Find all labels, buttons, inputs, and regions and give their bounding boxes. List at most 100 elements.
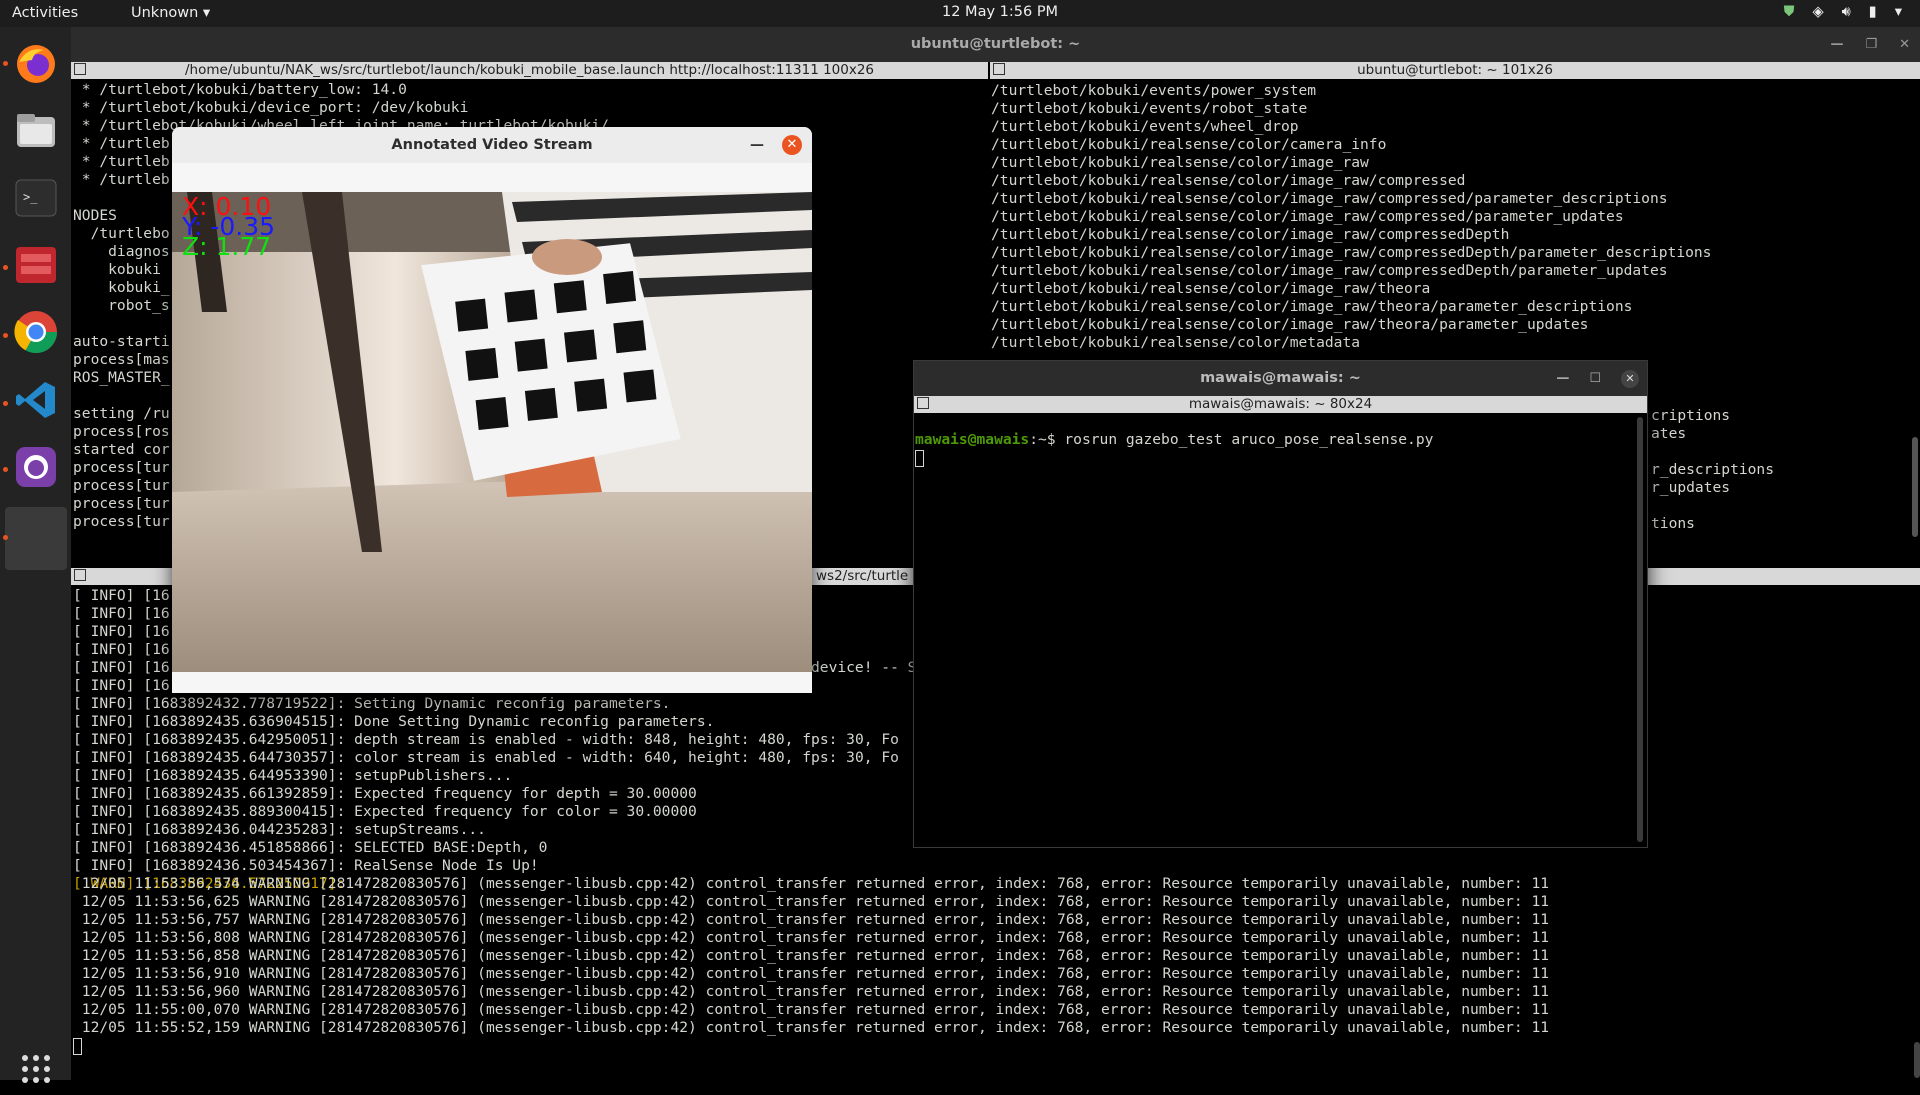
firefox-icon[interactable] [9,37,62,90]
scrollbar[interactable] [1637,417,1643,842]
mawais-terminal-window[interactable]: mawais@mawais: ~ — ☐ ✕ mawais@mawais: ~ … [913,360,1648,848]
pane-menu-icon[interactable] [74,569,86,581]
chevron-down-icon: ▾ [202,5,211,21]
terminal-line: * /turtlebot/kobuki/battery_low: 14.0 [73,81,407,98]
terminal-line: /turtlebot/kobuki/realsense/color/image_… [991,298,1633,315]
video-window-title: Annotated Video Stream [391,137,593,153]
minimize-icon[interactable]: — [1830,27,1843,62]
dock: >_ [0,27,71,1083]
terminal-line: [ INFO] [1683892436.503454367]: RealSens… [73,857,539,874]
apps-grid-icon[interactable] [9,1042,62,1095]
terminal-line: 12/05 11:53:56,858 WARNING [281472820830… [73,947,1550,964]
terminal-line: /turtlebot/kobuki/events/wheel_drop [991,118,1299,135]
command-text: rosrun gazebo_test aruco_pose_realsense.… [1064,431,1434,448]
terminal-line: 12/05 11:53:56,757 WARNING [281472820830… [73,911,1550,928]
terminal-line: /turtlebot/kobuki/realsense/color/image_… [991,208,1624,225]
terminal-line: /turtlebot/kobuki/realsense/color/metada… [991,334,1361,351]
close-icon[interactable]: ✕ [1621,369,1639,388]
bottom-pane-info-lines[interactable]: [ INFO] [1683892432.778719522]: Setting … [73,695,918,895]
app-icon[interactable] [9,238,62,291]
terminal-line: /turtlebot/kobuki/realsense/color/camera… [991,136,1387,153]
terminal-line: ates [1651,425,1687,442]
terminal-line: [ INFO] [1683892435.644730357]: color st… [73,749,899,766]
scrollbar[interactable] [1914,1042,1920,1078]
files-icon[interactable] [9,104,62,157]
terminal-line: r_descriptions [1651,461,1775,478]
terminal-line: /turtlebot/kobuki/realsense/color/image_… [991,244,1712,261]
shield-icon[interactable]: ⛊ [1784,4,1795,20]
terminal-line: /turtlebot/kobuki/realsense/color/image_… [991,190,1668,207]
terminal-line: /turtlebot/kobuki/realsense/color/image_… [991,172,1466,189]
top-right-pane-titlebar[interactable]: ubuntu@turtlebot: ~ 101x26 [990,62,1920,79]
terminal-cursor [915,449,924,467]
close-icon[interactable]: ✕ [782,135,802,155]
prompt-user: mawais@mawais [915,431,1030,448]
terminal-line: r_updates [1651,479,1731,496]
top-left-pane-titlebar[interactable]: /home/ubuntu/NAK_ws/src/turtlebot/launch… [71,62,988,79]
bottom-pane-warning-lines[interactable]: 12/05 11:53:56,574 WARNING [281472820830… [73,875,1913,1080]
annotated-video-window[interactable]: Annotated Video Stream — ✕ X: 0.10 Y: -0… [172,127,812,693]
github-desktop-icon[interactable] [9,440,62,493]
terminal-line: [ INFO] [1683892435.889300415]: Expected… [73,803,697,820]
workspace-icon[interactable] [5,507,67,570]
top-right-pane-overflow: criptions ates r_descriptions r_updatestion… [1651,407,1851,567]
terminal-line: [ INFO] [1683892436.044235283]: setupStr… [73,821,486,838]
video-window-titlebar[interactable]: Annotated Video Stream — ✕ [172,127,812,163]
maximize-icon[interactable]: ❐ [1865,27,1877,62]
prompt-suffix: :~$ [1029,431,1065,448]
chrome-icon[interactable] [9,305,62,358]
system-tray[interactable]: ⛊ ◈ 🔊︎ ▮ ▾ [1784,4,1902,20]
video-frame: X: 0.10 Y: -0.35 Z: 1.77 [172,192,812,672]
terminal-line: 12/05 11:55:52,159 WARNING [281472820830… [73,1019,1550,1036]
main-window-titlebar[interactable]: ubuntu@turtlebot: ~ — ❐ ✕ [71,27,1920,62]
volume-icon[interactable]: 🔊︎ [1842,4,1851,20]
top-right-pane-title: ubuntu@turtlebot: ~ 101x26 [1357,62,1553,78]
mawais-tab-titlebar[interactable]: mawais@mawais: ~ 80x24 [914,396,1647,413]
top-left-pane-title: /home/ubuntu/NAK_ws/src/turtlebot/launch… [184,62,875,78]
terminal-line: [ INFO] [1683892436.451858866]: SELECTED… [73,839,548,856]
terminal-line: [ INFO] [1683892435.642950051]: depth st… [73,731,899,748]
terminal-line: 12/05 11:53:56,960 WARNING [281472820830… [73,983,1550,1000]
battery-icon[interactable]: ▮ [1869,4,1877,20]
terminal-line: /turtlebot/kobuki/realsense/color/image_… [991,154,1369,171]
terminal-icon[interactable]: >_ [9,171,62,224]
terminal-line: /turtlebot/kobuki/realsense/color/image_… [991,280,1431,297]
minimize-icon[interactable]: — [750,127,764,163]
activities-button[interactable]: Activities [12,5,78,21]
terminal-line: 12/05 11:53:56,910 WARNING [281472820830… [73,965,1550,982]
terminal-line: 12/05 11:53:56,808 WARNING [281472820830… [73,929,1550,946]
terminal-cursor [73,1037,82,1055]
terminal-line: [ INFO] [1683892435.636904515]: Done Set… [73,713,715,730]
mawais-tab-title: mawais@mawais: ~ 80x24 [1188,396,1373,412]
terminal-line: [ INFO] [1683892432.778719522]: Setting … [73,695,671,712]
mawais-window-titlebar[interactable]: mawais@mawais: ~ — ☐ ✕ [914,361,1647,396]
maximize-icon[interactable]: ☐ [1589,361,1601,396]
terminal-line: /turtlebot/kobuki/realsense/color/image_… [991,316,1589,333]
close-icon[interactable]: ✕ [1899,27,1910,62]
chevron-down-icon[interactable]: ▾ [1895,4,1902,20]
terminal-line: /turtlebot/kobuki/events/power_system [991,82,1317,99]
terminal-line: 12/05 11:55:00,070 WARNING [281472820830… [73,1001,1550,1018]
scrollbar[interactable] [1912,437,1918,537]
vscode-icon[interactable] [9,373,62,426]
terminal-line: * /turtlebot/kobuki/device_port: /dev/ko… [73,99,469,116]
top-bar: Activities Unknown ▾ 12 May 1:56 PM ⛊ ◈ … [0,0,1920,27]
app-menu[interactable]: Unknown ▾ [131,5,210,21]
main-window-title: ubuntu@turtlebot: ~ [910,36,1081,52]
minimize-icon[interactable]: — [1556,361,1569,396]
terminal-line: /turtlebot/kobuki/events/robot_state [991,100,1308,117]
terminal-line: [ INFO] [1683892435.644953390]: setupPub… [73,767,513,784]
pose-z-readout: Z: 1.77 [182,232,272,261]
terminal-line: 12/05 11:53:56,574 WARNING [281472820830… [73,875,1550,892]
terminal-line: tions [1651,515,1695,532]
clock[interactable]: 12 May 1:56 PM [942,4,1058,20]
bottom-pane-title: ws2/src/turtle [816,568,909,584]
svg-text:>_: >_ [23,190,38,204]
terminal-line: criptions [1651,407,1731,424]
terminal-line: [ INFO] [1683892435.661392859]: Expected… [73,785,697,802]
mawais-terminal-body[interactable]: mawais@mawais:~$ rosrun gazebo_test aruc… [915,413,1635,843]
app-menu-label: Unknown [131,5,199,21]
network-icon[interactable]: ◈ [1812,4,1823,20]
